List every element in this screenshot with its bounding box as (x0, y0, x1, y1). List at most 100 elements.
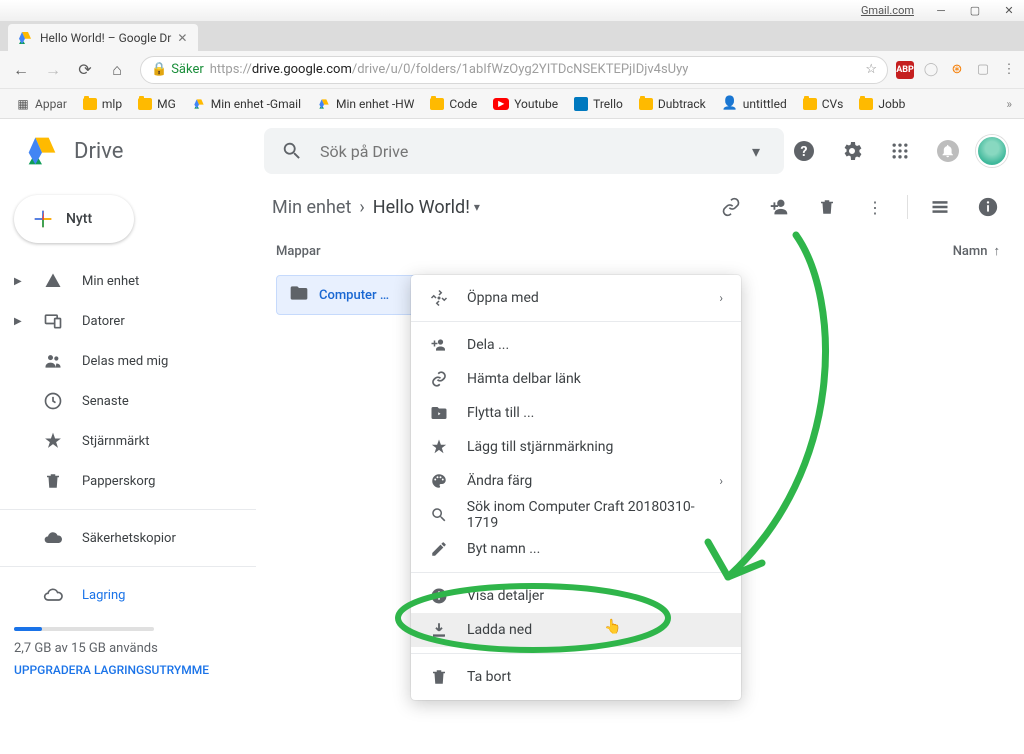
extension-icon[interactable]: ◯ (922, 61, 940, 79)
palette-icon (429, 471, 449, 491)
more-icon[interactable]: ⋮ (855, 187, 895, 227)
drive-icon (16, 29, 34, 47)
address-bar[interactable]: 🔒 Säker https://drive.google.com/drive/u… (140, 56, 888, 84)
ctx-rename[interactable]: Byt namn ... (411, 532, 741, 566)
gmail-link[interactable]: Gmail.com (861, 4, 914, 17)
bookmark-jobb[interactable]: Jobb (853, 94, 911, 114)
ctx-delete[interactable]: Ta bort (411, 660, 741, 694)
trello-icon (574, 97, 588, 111)
apps-grid-icon[interactable] (880, 131, 920, 171)
list-view-icon[interactable] (920, 187, 960, 227)
ctx-details[interactable]: Visa detaljer (411, 579, 741, 613)
sidebar-item-recent[interactable]: Senaste (0, 381, 256, 421)
window-minimize[interactable]: ─ (930, 2, 952, 20)
trash-icon (42, 470, 64, 492)
ctx-get-link[interactable]: Hämta delbar länk (411, 362, 741, 396)
help-icon[interactable]: ? (784, 131, 824, 171)
sidebar-item-computers[interactable]: ▶ Datorer (0, 301, 256, 341)
search-input[interactable] (312, 142, 736, 161)
bookmark-youtube[interactable]: ▶Youtube (487, 94, 564, 114)
tab-close-icon[interactable]: ✕ (177, 31, 187, 45)
forward-button[interactable]: → (38, 55, 68, 85)
svg-text:?: ? (801, 144, 808, 160)
ctx-move-to[interactable]: Flytta till ... (411, 396, 741, 430)
context-menu: Öppna med › Dela ... Hämta delbar länk F… (411, 275, 741, 700)
ctx-share[interactable]: Dela ... (411, 328, 741, 362)
sidebar-item-starred[interactable]: Stjärnmärkt (0, 421, 256, 461)
adblock-icon[interactable]: ABP (896, 61, 914, 79)
people-icon (42, 350, 64, 372)
bookmark-dubtrack[interactable]: Dubtrack (633, 94, 712, 114)
sort-control[interactable]: Namn ↑ (953, 243, 1000, 259)
star-icon[interactable]: ☆ (865, 62, 877, 77)
window-maximize[interactable]: ▢ (964, 2, 986, 20)
bookmarks-apps[interactable]: ▦ Appar (8, 93, 73, 115)
folder-icon (138, 98, 152, 110)
window-close[interactable]: ✕ (998, 2, 1020, 20)
new-tab-button[interactable] (202, 27, 226, 47)
add-person-icon (429, 335, 449, 355)
plus-icon (32, 208, 54, 230)
bookmark-code[interactable]: Code (424, 94, 483, 114)
bookmark-untitled[interactable]: 👤untittled (716, 93, 793, 115)
drive-logo[interactable]: Drive (22, 131, 264, 171)
sidebar-item-mydrive[interactable]: ▶ Min enhet (0, 261, 256, 301)
breadcrumb-current[interactable]: Hello World! ▾ (373, 197, 480, 218)
home-button[interactable]: ⌂ (102, 55, 132, 85)
bookmark-cvs[interactable]: CVs (797, 94, 850, 114)
browser-toolbar: ← → ⟳ ⌂ 🔒 Säker https://drive.google.com… (0, 51, 1024, 89)
delete-icon[interactable] (807, 187, 847, 227)
ctx-download[interactable]: Ladda ned 👆 (411, 613, 741, 647)
bookmark-drive-gmail[interactable]: Min enhet -Gmail (186, 94, 307, 114)
add-person-icon[interactable] (759, 187, 799, 227)
ctx-star[interactable]: Lägg till stjärnmärkning (411, 430, 741, 464)
reload-button[interactable]: ⟳ (70, 55, 100, 85)
drive-icon (317, 97, 331, 111)
storage-used-text: 2,7 GB av 15 GB används (14, 641, 242, 656)
chrome-menu-icon[interactable]: ⋮ (1000, 61, 1018, 79)
breadcrumb-root[interactable]: Min enhet (272, 197, 351, 218)
bookmark-trello[interactable]: Trello (568, 94, 629, 114)
youtube-icon: ▶ (493, 98, 509, 110)
avatar[interactable] (976, 135, 1008, 167)
new-button[interactable]: Nytt (14, 195, 134, 243)
star-icon (42, 430, 64, 452)
move-to-icon (429, 403, 449, 423)
window-titlebar: Gmail.com ─ ▢ ✕ (0, 0, 1024, 22)
breadcrumb: Min enhet › Hello World! ▾ (272, 197, 480, 218)
sidebar-item-backups[interactable]: Säkerhetskopior (0, 518, 256, 558)
main-area: Min enhet › Hello World! ▾ ⋮ Mappar Namn… (256, 183, 1024, 754)
upgrade-storage-link[interactable]: UPPGRADERA LAGRINGSUTRYMME (14, 662, 242, 679)
drive-icon (192, 97, 206, 111)
sidebar: Nytt ▶ Min enhet ▶ Datorer Delas med mig… (0, 183, 256, 754)
bookmark-mg[interactable]: MG (132, 94, 182, 114)
expand-icon[interactable]: ▶ (14, 316, 24, 327)
settings-icon[interactable] (832, 131, 872, 171)
share-link-icon[interactable] (711, 187, 751, 227)
extension-icon[interactable]: ⊛ (948, 61, 966, 79)
link-icon (429, 369, 449, 389)
notifications-icon[interactable] (928, 131, 968, 171)
search-box[interactable]: ▾ (264, 128, 784, 174)
bookmarks-overflow[interactable]: » (1002, 97, 1016, 111)
ctx-color[interactable]: Ändra färg › (411, 464, 741, 498)
sidebar-item-shared[interactable]: Delas med mig (0, 341, 256, 381)
ctx-open-with[interactable]: Öppna med › (411, 281, 741, 315)
apps-grid-icon: ▦ (14, 96, 30, 112)
lock-icon: 🔒 Säker (151, 62, 204, 77)
ctx-search-in[interactable]: Sök inom Computer Craft 20180310-1719 (411, 498, 741, 532)
info-icon[interactable] (968, 187, 1008, 227)
search-dropdown-icon[interactable]: ▾ (736, 131, 776, 171)
browser-tabbar: Hello World! – Google Dr ✕ (0, 22, 1024, 51)
back-button[interactable]: ← (6, 55, 36, 85)
expand-icon[interactable]: ▶ (14, 276, 24, 287)
arrow-up-icon: ↑ (994, 243, 1001, 259)
search-icon[interactable] (272, 131, 312, 171)
browser-tab[interactable]: Hello World! – Google Dr ✕ (8, 24, 198, 51)
folder-icon (803, 98, 817, 110)
sidebar-item-trash[interactable]: Papperskorg (0, 461, 256, 501)
bookmark-drive-hw[interactable]: Min enhet -HW (311, 94, 420, 114)
sidebar-item-storage[interactable]: Lagring (0, 575, 256, 615)
extension-icon[interactable]: ▢ (974, 61, 992, 79)
bookmark-mlp[interactable]: mlp (77, 94, 128, 114)
